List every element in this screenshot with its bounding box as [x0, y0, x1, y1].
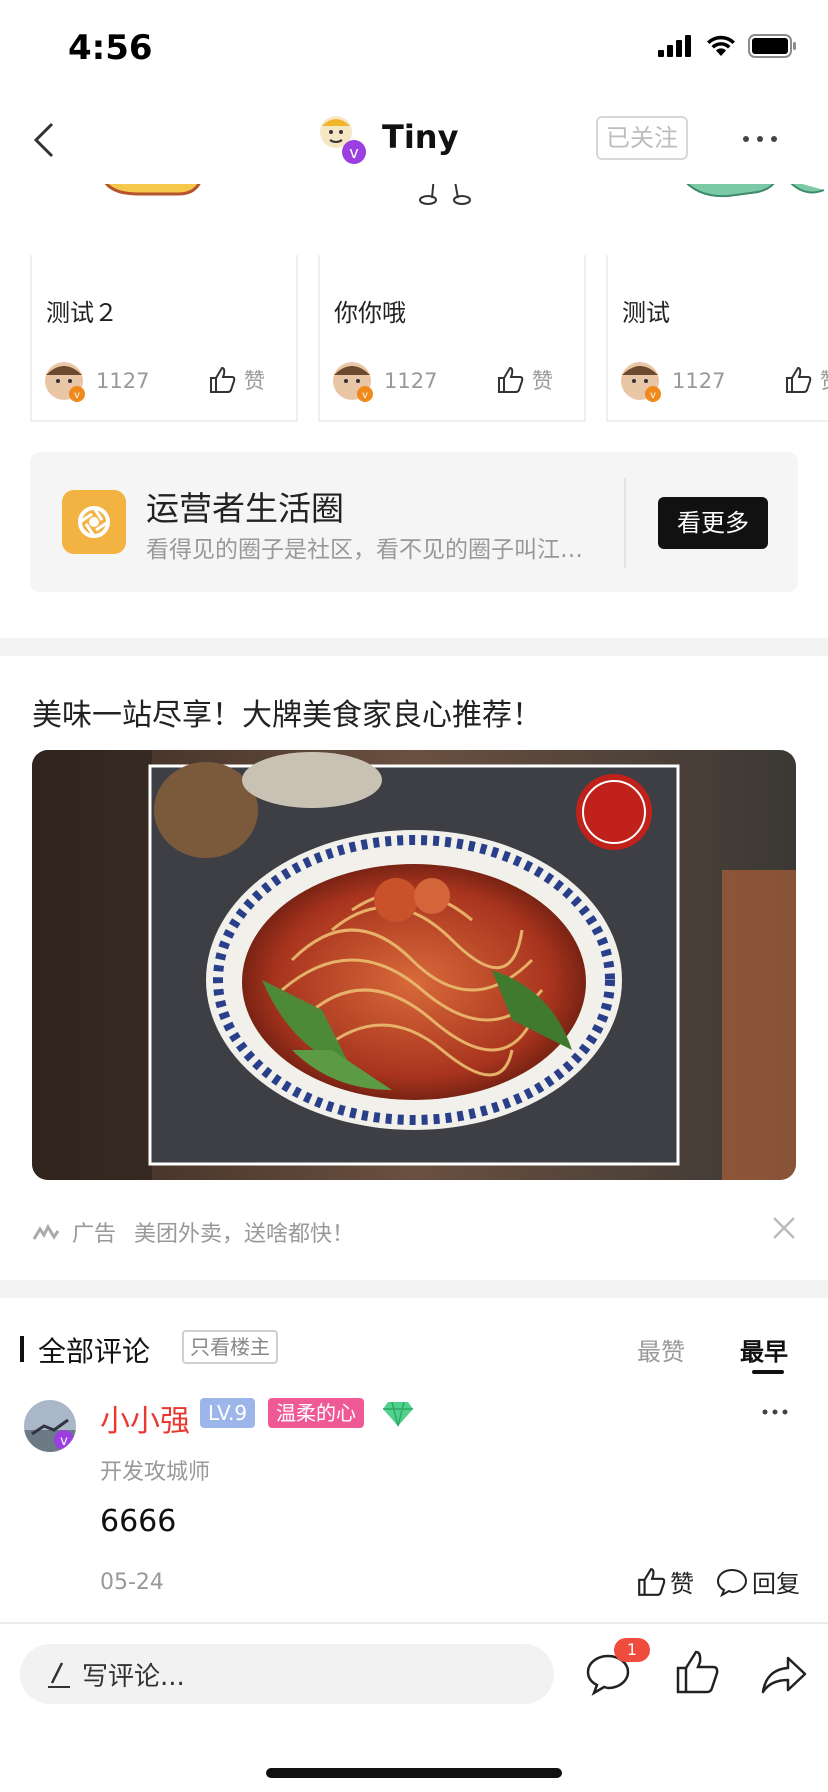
divider: [624, 478, 626, 568]
thumb-up-icon: [786, 366, 812, 393]
comment-reply-button[interactable]: 回复: [716, 1564, 800, 1599]
comment-more-icon[interactable]: [760, 1400, 790, 1424]
header-accent-bar: [20, 1336, 24, 1362]
tab-most-liked[interactable]: 最赞: [637, 1332, 685, 1367]
signal-icon: [658, 35, 691, 57]
card-author-avatar: v: [45, 362, 85, 402]
home-indicator: [266, 1768, 562, 1778]
card-view-count: 1127: [384, 369, 438, 393]
diamond-icon: [383, 1401, 413, 1427]
share-icon[interactable]: [760, 1650, 808, 1698]
status-icons: [658, 34, 798, 58]
write-comment-placeholder: 写评论...: [82, 1661, 185, 1692]
comment-like-button[interactable]: 赞: [636, 1564, 694, 1599]
comment-date: 05-24: [100, 1570, 164, 1595]
author-only-filter[interactable]: 只看楼主: [182, 1330, 278, 1364]
aperture-icon: [78, 506, 110, 538]
thumb-up-icon: [498, 366, 524, 393]
svg-text:v: v: [362, 390, 368, 401]
card-like-button[interactable]: 赞: [784, 365, 828, 395]
speech-bubble-icon: [716, 1568, 748, 1597]
comments-title: 全部评论: [38, 1335, 151, 1368]
ad-image[interactable]: [32, 750, 796, 1180]
card-view-count: 1127: [672, 369, 726, 393]
active-tab-indicator: [752, 1370, 784, 1374]
wifi-icon: [707, 35, 735, 56]
svg-text:v: v: [650, 390, 656, 401]
app-root: 4:56 v Tiny 已关注 测试２ v 1127 赞 你你哦 v 1127 …: [0, 0, 828, 1792]
circle-description: 看得见的圈子是社区，看不见的圈子叫江…: [146, 537, 583, 563]
thumb-up-icon: [210, 366, 236, 393]
section-divider: [0, 638, 828, 656]
back-icon[interactable]: [26, 114, 74, 166]
ad-footer: 广告 美团外卖，送啥都快！: [32, 1216, 354, 1248]
circle-title: 运营者生活圈: [146, 489, 344, 528]
pencil-icon: [48, 1662, 70, 1688]
card-title: 测试: [622, 299, 670, 327]
author-avatar[interactable]: v: [312, 110, 368, 166]
level-badge: LV.9: [200, 1398, 256, 1428]
post-card[interactable]: 测试２ v 1127 赞: [30, 255, 298, 422]
tab-earliest[interactable]: 最早: [740, 1332, 788, 1367]
ad-tag: 广告: [72, 1222, 117, 1247]
comments-header: 全部评论 只看楼主 最赞 最早: [0, 1320, 828, 1380]
ad-source: 美团外卖，送啥都快！: [134, 1222, 355, 1247]
circle-icon: [62, 490, 126, 554]
comment-reply-label: 回复: [752, 1570, 800, 1598]
ad-source-icon: [32, 1223, 60, 1240]
svg-text:v: v: [74, 390, 80, 401]
noodle-bowl-image: [32, 750, 796, 1180]
svg-text:v: v: [349, 143, 358, 162]
commenter-avatar[interactable]: v: [24, 1400, 76, 1452]
write-comment-input[interactable]: 写评论...: [20, 1644, 554, 1704]
card-like-label: 赞: [244, 369, 265, 393]
battery-icon: [748, 34, 796, 58]
circle-entry[interactable]: 运营者生活圈 看得见的圈子是社区，看不见的圈子叫江… 看更多: [30, 452, 798, 592]
card-title: 你你哦: [334, 299, 406, 327]
card-title: 测试２: [46, 299, 118, 327]
comment-text: 6666: [100, 1504, 177, 1539]
card-like-label: 赞: [820, 365, 828, 395]
author-name[interactable]: Tiny: [382, 118, 458, 156]
card-like-button[interactable]: 赞: [208, 365, 265, 395]
close-icon[interactable]: [770, 1214, 798, 1242]
more-icon[interactable]: [740, 124, 780, 154]
status-bar: 4:56: [0, 0, 828, 96]
svg-text:v: v: [60, 1434, 68, 1449]
card-like-label: 赞: [532, 369, 553, 393]
card-author-avatar: v: [333, 362, 373, 402]
follow-button[interactable]: 已关注: [596, 116, 688, 160]
thumb-up-icon: [638, 1567, 666, 1596]
see-more-button[interactable]: 看更多: [658, 497, 768, 549]
commenter-role: 开发攻城师: [100, 1460, 211, 1485]
thumb-up-icon[interactable]: [672, 1648, 720, 1696]
title-badge: 温柔的心: [268, 1398, 364, 1428]
card-view-count: 1127: [96, 369, 150, 393]
nav-bar: v Tiny 已关注: [0, 96, 828, 184]
comment-like-label: 赞: [670, 1570, 694, 1598]
card-author-avatar: v: [621, 362, 661, 402]
bottom-action-bar: 写评论... 1: [0, 1622, 828, 1792]
status-time: 4:56: [68, 28, 153, 68]
ad-title[interactable]: 美味一站尽享！大牌美食家良心推荐！: [32, 690, 542, 734]
section-divider: [0, 1280, 828, 1298]
commenter-name[interactable]: 小小强: [100, 1396, 190, 1440]
avatar-image: v: [24, 1400, 76, 1452]
post-card[interactable]: 你你哦 v 1127 赞: [318, 255, 586, 422]
comment-count-badge: 1: [614, 1638, 650, 1662]
post-card[interactable]: 测试 v 1127 赞: [606, 255, 828, 422]
card-like-button[interactable]: 赞: [496, 365, 553, 395]
